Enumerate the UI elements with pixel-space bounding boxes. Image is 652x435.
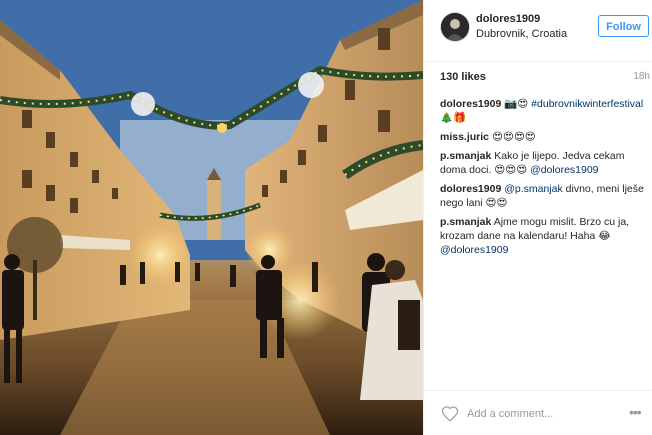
comment-emoji: 😍😍😍😍 (491, 131, 536, 143)
mention-link[interactable]: @p.smanjak (504, 183, 563, 195)
comment-username[interactable]: p.smanjak (440, 150, 491, 162)
mention-link[interactable]: @dolores1909 (440, 244, 508, 256)
comment-item: miss.juric 😍😍😍😍 (440, 130, 650, 144)
street-scene-illustration (0, 0, 423, 435)
post-sidebar: dolores1909 Dubrovnik, Croatia Follow 13… (423, 0, 652, 435)
post-photo[interactable] (0, 0, 423, 435)
comment-username[interactable]: p.smanjak (440, 216, 491, 228)
comment-emoji: 😍😍😍 (494, 164, 528, 176)
comment-item: dolores1909 @p.smanjak divno, meni lješe… (440, 182, 650, 210)
mention-link[interactable]: @dolores1909 (530, 164, 598, 176)
post-header: dolores1909 Dubrovnik, Croatia Follow (424, 0, 652, 62)
hashtag-link[interactable]: #dubrovnikwinterfestival (531, 98, 643, 110)
username-link[interactable]: dolores1909 (476, 13, 540, 25)
add-comment-input[interactable] (467, 406, 617, 422)
comment-item: p.smanjak Ajme mogu mislit. Brzo cu ja, … (440, 215, 650, 257)
comment-footer: ••• (424, 390, 652, 435)
heart-icon[interactable] (441, 405, 459, 423)
comment-emoji: 😍😍 (485, 197, 508, 209)
comment-item: dolores1909 📷😍 #dubrovnikwinterfestival … (440, 97, 650, 125)
more-options-icon[interactable]: ••• (629, 404, 649, 420)
post-stats: 130 likes 18h (440, 71, 650, 85)
likes-count[interactable]: 130 likes (440, 71, 486, 83)
comment-emoji: 😂 (598, 230, 611, 242)
comment-emoji: 🎄🎁 (440, 112, 467, 124)
post-timestamp[interactable]: 18h (633, 71, 650, 82)
comment-item: p.smanjak Kako je lijepo. Jedva cekam do… (440, 149, 650, 177)
comment-username[interactable]: dolores1909 (440, 183, 501, 195)
comment-emoji: 📷😍 (504, 98, 529, 110)
comment-list: dolores1909 📷😍 #dubrovnikwinterfestival … (440, 97, 650, 262)
comment-username[interactable]: dolores1909 (440, 98, 501, 110)
location-link[interactable]: Dubrovnik, Croatia (476, 28, 567, 40)
comment-username[interactable]: miss.juric (440, 131, 489, 143)
avatar[interactable] (441, 13, 469, 41)
follow-button[interactable]: Follow (598, 15, 649, 37)
